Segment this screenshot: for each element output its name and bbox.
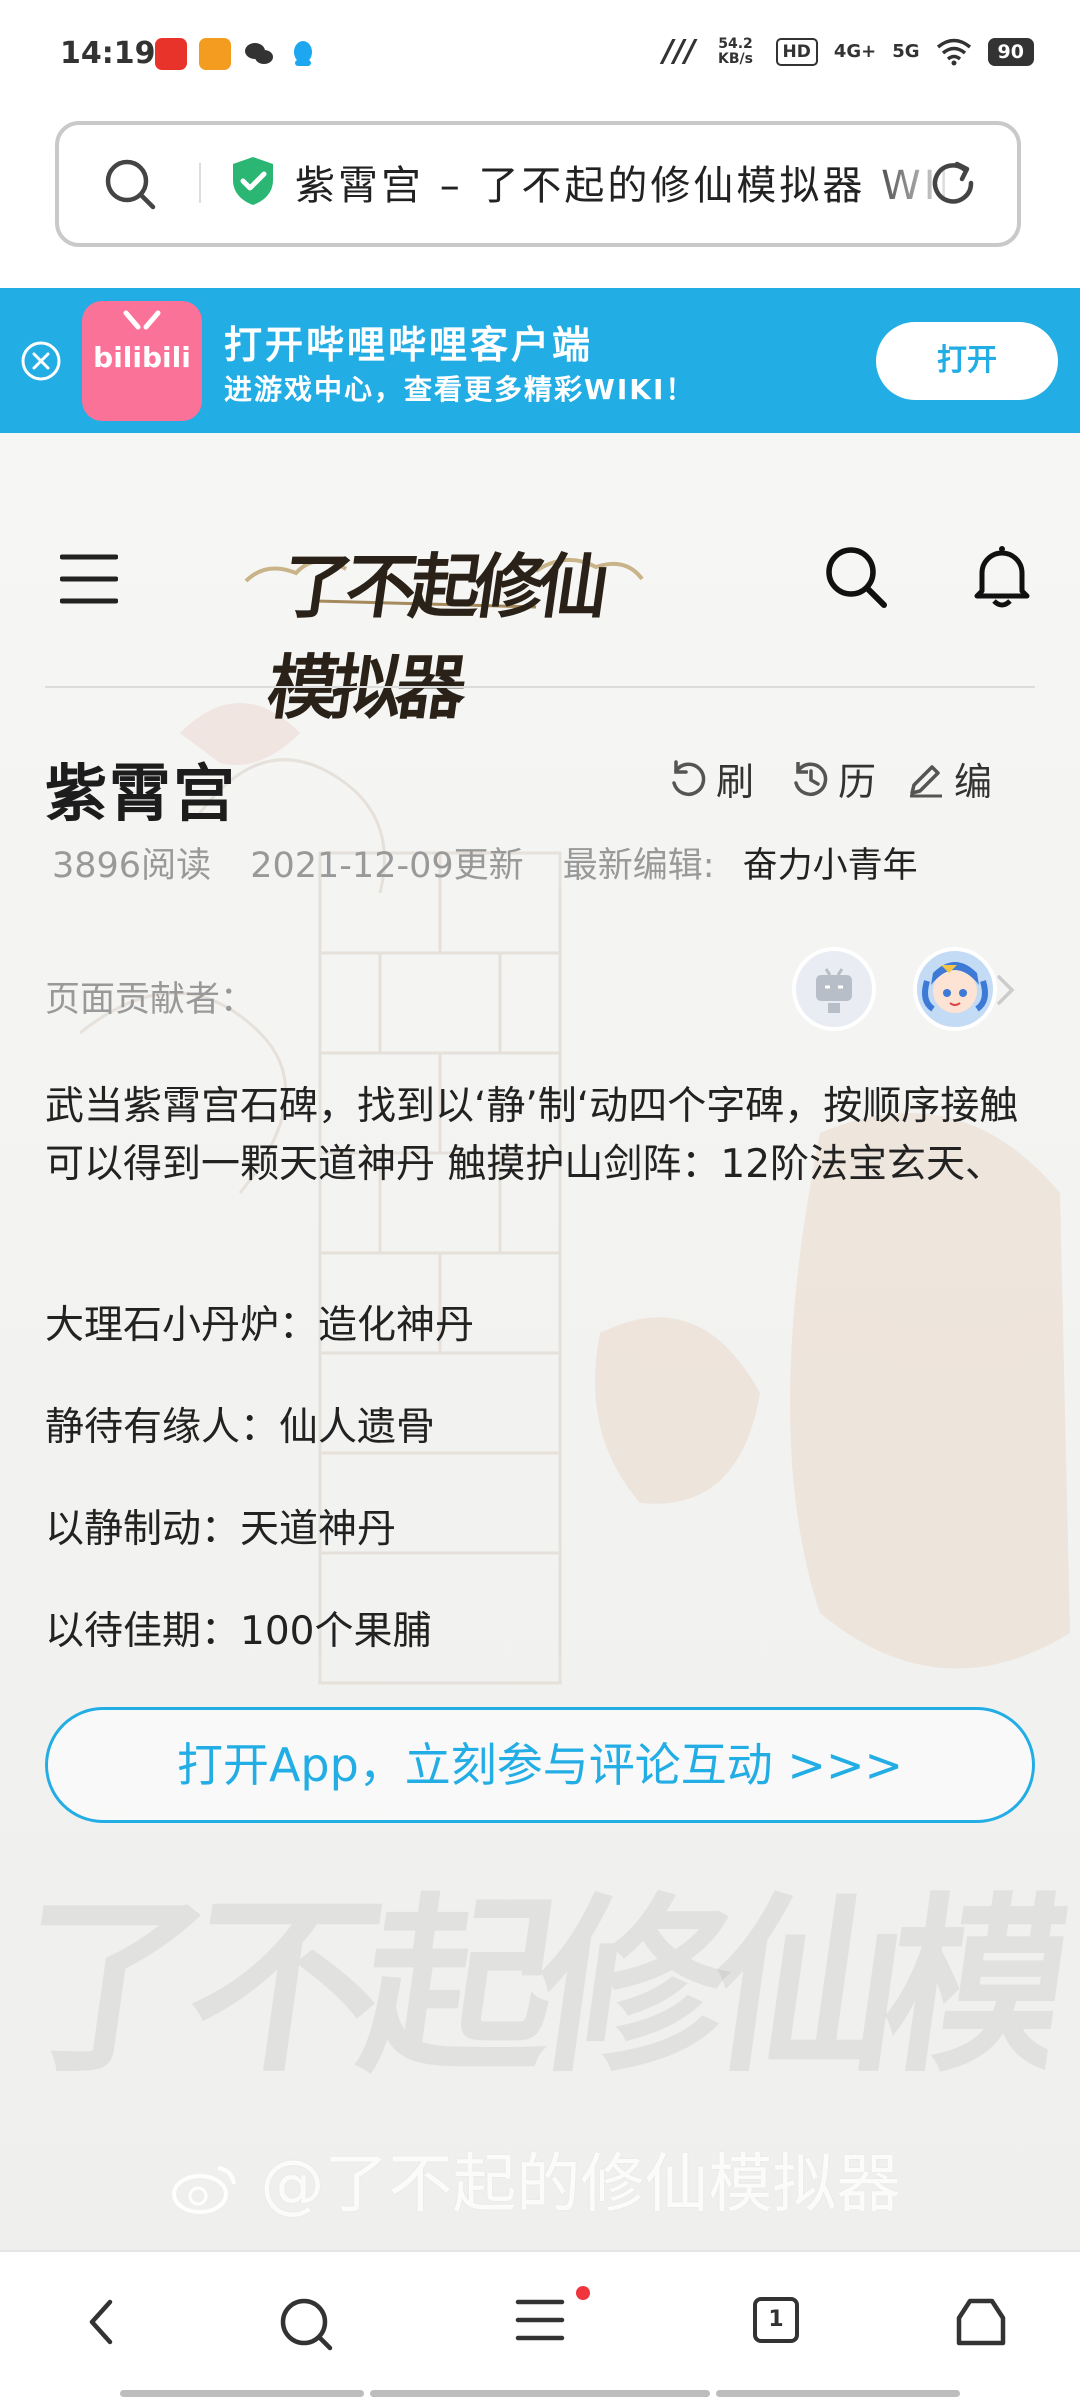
- refresh-icon: [672, 759, 706, 796]
- anime-girl-avatar-icon: [922, 962, 988, 1013]
- tv-antenna-icon: [123, 310, 161, 330]
- edit-label: 编: [954, 760, 993, 804]
- game-logo[interactable]: 了不起修仙模拟器: [236, 511, 652, 729]
- wifi-icon: [936, 38, 971, 65]
- reload-icon[interactable]: [925, 155, 981, 211]
- search-icon[interactable]: [278, 2296, 334, 2352]
- history-label: 历: [838, 760, 877, 804]
- banner-open-button[interactable]: 打开: [876, 322, 1058, 400]
- page-url-title[interactable]: 紫霄宫 – 了不起的修仙模拟器 WIKI: [295, 153, 945, 211]
- contributor-avatar[interactable]: [913, 947, 997, 1031]
- wechat-icon: [245, 43, 273, 64]
- qq-icon: [294, 41, 312, 66]
- article-paragraph: 大理石小丹炉：造化神丹: [45, 1303, 475, 1348]
- contributors-label: 页面贡献者：: [45, 980, 256, 1020]
- header-divider: [45, 686, 1035, 688]
- gesture-bar: [120, 2390, 364, 2397]
- back-icon[interactable]: [82, 2296, 122, 2348]
- address-divider: [199, 163, 201, 203]
- wiki-search-icon[interactable]: [824, 545, 888, 609]
- edit-pencil-icon: [910, 764, 942, 797]
- weibo-watermark: @了不起的修仙模拟器: [170, 2133, 900, 2225]
- last-editor-label: 最新编辑:: [562, 846, 715, 886]
- banner-title: 打开哔哩哔哩客户端: [224, 323, 594, 367]
- article-paragraph: 静待有缘人：仙人遗骨: [45, 1405, 436, 1450]
- status-time: 14:19: [60, 36, 156, 71]
- tab-count: 1: [768, 2307, 784, 2332]
- weibo-logo-icon: [172, 2166, 236, 2215]
- default-tv-avatar-icon: [816, 968, 852, 1013]
- nfc-icon: ///: [662, 34, 696, 69]
- banner-subtitle: 进游戏中心，查看更多精彩WIKI！: [224, 373, 696, 406]
- contributor-avatar[interactable]: [792, 947, 876, 1031]
- browser-toolbar: 紫霄宫 – 了不起的修仙模拟器 WIKI: [0, 110, 1080, 288]
- gesture-bar: [716, 2390, 960, 2397]
- status-app-icons: [155, 38, 319, 70]
- updated-date: 2021-12-09更新: [250, 846, 524, 886]
- hot-list-icon: [155, 38, 187, 70]
- page-title: 紫霄宫: [45, 757, 238, 830]
- status-bar: 14:19 /// 54.2 KB/s HD 4G+ 5G 90: [0, 0, 1080, 110]
- hd-badge: HD: [775, 37, 818, 66]
- bilibili-logo-text: bilibili: [93, 341, 191, 374]
- open-bilibili-banner[interactable]: bilibili 打开哔哩哔哩客户端 进游戏中心，查看更多精彩WIKI！ 打开: [0, 288, 1080, 433]
- status-indicators: /// 54.2 KB/s HD 4G+ 5G 90: [663, 34, 1034, 69]
- edit-button[interactable]: 编: [906, 751, 992, 806]
- article-paragraph: 以待佳期：100个果脯: [45, 1609, 432, 1654]
- article-paragraph: 以静制动：天道神丹: [45, 1507, 397, 1552]
- game-logo-text: 了不起修仙模拟器: [262, 545, 609, 729]
- hamburger-menu-icon[interactable]: [60, 553, 118, 605]
- search-icon[interactable]: [103, 157, 157, 211]
- wiki-page: 了不起修仙模拟器 紫霄宫 刷 历 编 3896阅读 2021-12-09更新 最…: [0, 433, 1080, 2250]
- refresh-button[interactable]: 刷: [668, 751, 754, 806]
- gesture-bar: [370, 2390, 710, 2397]
- close-icon[interactable]: [20, 340, 62, 382]
- refresh-label: 刷: [716, 760, 755, 804]
- menu-icon[interactable]: [514, 2296, 566, 2344]
- wiki-header: 了不起修仙模拟器: [0, 433, 1080, 729]
- bilibili-logo: bilibili: [82, 301, 202, 421]
- browser-bottom-nav: 1: [0, 2250, 1080, 2400]
- history-icon: [794, 761, 828, 796]
- open-app-comment-button[interactable]: 打开App，立刻参与评论互动 >>>: [45, 1707, 1035, 1823]
- history-button[interactable]: 历: [790, 751, 876, 806]
- menu-notification-dot: [576, 2286, 590, 2300]
- last-editor-name[interactable]: 奋力小青年: [743, 846, 918, 886]
- secure-shield-icon: [233, 157, 273, 205]
- weibo-watermark-text: @了不起的修仙模拟器: [260, 2148, 901, 2222]
- address-bar[interactable]: 紫霄宫 – 了不起的修仙模拟器 WIKI: [55, 121, 1021, 247]
- signal-4g: 4G+: [833, 41, 877, 62]
- notification-bell-icon[interactable]: [972, 543, 1032, 609]
- network-speed: 54.2 KB/s: [718, 35, 753, 67]
- view-count: 3896阅读: [52, 846, 212, 886]
- signal-5g: 5G: [892, 41, 920, 62]
- battery-indicator: 90: [987, 37, 1034, 66]
- article-meta: 3896阅读 2021-12-09更新 最新编辑: 奋力小青年: [52, 837, 918, 888]
- watermark-logo: 了不起修仙模拟器: [1, 1875, 1079, 2093]
- chevron-right-icon[interactable]: [994, 973, 1018, 1007]
- article-paragraph: 武当紫霄宫石碑，找到以‘静’制‘动四个字碑，按顺序接触可以得到一颗天道神丹 触摸…: [45, 1084, 1019, 1187]
- home-icon[interactable]: [954, 2296, 1008, 2348]
- weibo-icon: [199, 38, 231, 70]
